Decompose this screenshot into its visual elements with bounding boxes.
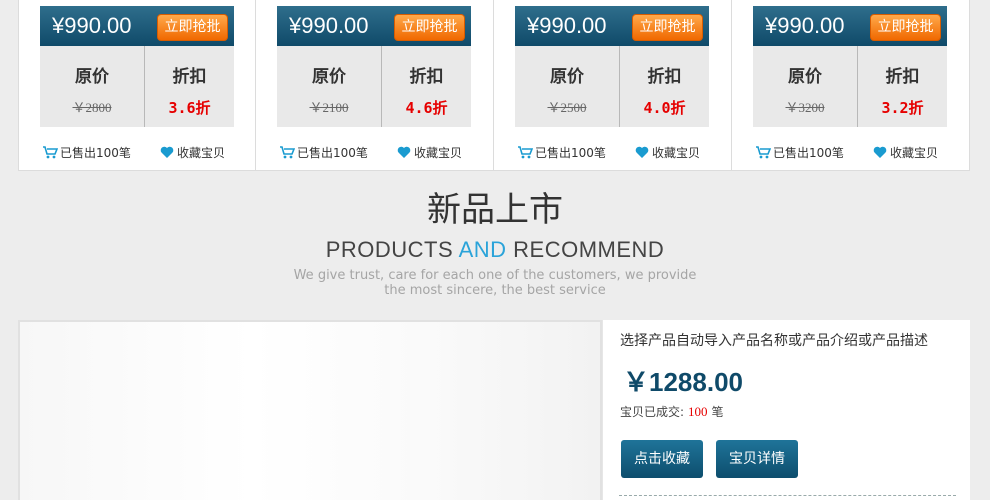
favorite-link[interactable]: 收藏宝贝 xyxy=(634,143,700,161)
original-price-label: 原价 xyxy=(550,67,584,87)
price-info-box: 原价 ￥2100 折扣 4.6折 xyxy=(277,46,471,127)
original-price-label: 原价 xyxy=(75,67,109,87)
card-price: ¥990.00 xyxy=(527,13,607,38)
original-price-col: 原价 ￥3200 xyxy=(753,46,857,127)
original-price-label: 原价 xyxy=(788,67,822,87)
original-price: ￥2500 xyxy=(547,100,587,115)
buy-now-button[interactable]: 立即抢批 xyxy=(870,14,941,41)
product-card[interactable]: ¥990.00 立即抢批 原价 ￥3200 折扣 3.2折 已售出100笔 收藏… xyxy=(732,0,970,171)
cart-icon xyxy=(280,146,295,159)
cart-icon xyxy=(43,146,58,159)
discount-value: 3.2折 xyxy=(881,99,924,117)
sold-text: 已售出100笔 xyxy=(535,145,606,160)
cart-icon xyxy=(518,146,533,159)
favorite-link[interactable]: 收藏宝贝 xyxy=(159,143,225,161)
original-price-label: 原价 xyxy=(312,67,346,87)
card-price: ¥990.00 xyxy=(765,13,845,38)
original-price: ￥3200 xyxy=(785,100,825,115)
price-bar: ¥990.00 立即抢批 xyxy=(40,6,234,46)
heart-icon xyxy=(873,146,887,158)
heart-icon xyxy=(635,146,649,158)
sold-count: 已售出100笔 xyxy=(755,143,844,161)
product-cards-row: ¥990.00 立即抢批 原价 ￥2800 折扣 3.6折 已售出100笔 收藏… xyxy=(18,0,970,171)
favorite-text: 收藏宝贝 xyxy=(177,145,226,160)
sold-count: 已售出100笔 xyxy=(279,143,368,161)
favorite-button[interactable]: 点击收藏 xyxy=(621,440,703,478)
discount-col: 折扣 3.6折 xyxy=(144,46,234,127)
title-en-part-1: PRODUCTS xyxy=(325,237,459,262)
sold-text: 已售出100笔 xyxy=(60,145,131,160)
heart-icon xyxy=(160,146,174,158)
price-bar: ¥990.00 立即抢批 xyxy=(515,6,709,46)
discount-label: 折扣 xyxy=(409,67,444,87)
favorite-text: 收藏宝贝 xyxy=(414,145,463,160)
details-button[interactable]: 宝贝详情 xyxy=(716,440,798,478)
buy-now-button[interactable]: 立即抢批 xyxy=(632,14,703,41)
price-info-box: 原价 ￥2500 折扣 4.0折 xyxy=(515,46,709,127)
section-description-line-1: We give trust, care for each one of the … xyxy=(293,268,697,283)
dashed-divider xyxy=(619,495,956,496)
section-heading: 新品上市 PRODUCTS AND RECOMMEND We give trus… xyxy=(0,186,990,298)
product-title[interactable]: 选择产品自动导入产品名称或产品介绍或产品描述 xyxy=(620,330,928,350)
price-bar: ¥990.00 立即抢批 xyxy=(753,6,947,46)
discount-label: 折扣 xyxy=(172,67,207,87)
buy-now-button[interactable]: 立即抢批 xyxy=(394,14,465,41)
product-card[interactable]: ¥990.00 立即抢批 原价 ￥2100 折扣 4.6折 已售出100笔 收藏… xyxy=(256,0,494,171)
title-en-part-2: RECOMMEND xyxy=(506,237,665,262)
original-price: ￥2100 xyxy=(309,100,349,115)
original-price: ￥2800 xyxy=(72,100,112,115)
heart-icon xyxy=(397,146,411,158)
sold-text: 已售出100笔 xyxy=(297,145,368,160)
buy-now-button[interactable]: 立即抢批 xyxy=(157,14,228,41)
sold-count: 已售出100笔 xyxy=(517,143,606,161)
product-card[interactable]: ¥990.00 立即抢批 原价 ￥2800 折扣 3.6折 已售出100笔 收藏… xyxy=(18,0,256,171)
price-info-box: 原价 ￥2800 折扣 3.6折 xyxy=(40,46,234,127)
product-image[interactable] xyxy=(18,320,602,500)
discount-label: 折扣 xyxy=(885,67,920,87)
discount-col: 折扣 4.6折 xyxy=(381,46,471,127)
favorite-text: 收藏宝贝 xyxy=(652,145,701,160)
section-title-cn: 新品上市 xyxy=(427,190,563,230)
original-price-col: 原价 ￥2100 xyxy=(277,46,381,127)
card-price: ¥990.00 xyxy=(289,13,369,38)
product-price: ￥1288.00 xyxy=(623,367,743,397)
discount-col: 折扣 4.0折 xyxy=(619,46,709,127)
product-info-panel: 选择产品自动导入产品名称或产品介绍或产品描述 ￥1288.00 宝贝已成交: 10… xyxy=(602,320,970,500)
favorite-link[interactable]: 收藏宝贝 xyxy=(872,143,938,161)
price-bar: ¥990.00 立即抢批 xyxy=(277,6,471,46)
cart-icon xyxy=(756,146,771,159)
discount-value: 4.6折 xyxy=(405,99,448,117)
section-description-line-2: the most sincere, the best service xyxy=(384,283,606,298)
card-price: ¥990.00 xyxy=(52,13,132,38)
title-en-highlight: AND xyxy=(458,237,507,262)
product-card[interactable]: ¥990.00 立即抢批 原价 ￥2500 折扣 4.0折 已售出100笔 收藏… xyxy=(494,0,732,171)
section-title-en: PRODUCTS AND RECOMMEND xyxy=(0,236,990,264)
sold-label: 宝贝已成交: xyxy=(620,405,685,419)
original-price-col: 原价 ￥2800 xyxy=(40,46,144,127)
sold-text: 已售出100笔 xyxy=(773,145,844,160)
favorite-link[interactable]: 收藏宝贝 xyxy=(396,143,462,161)
sold-count: 已售出100笔 xyxy=(42,143,131,161)
discount-value: 4.0折 xyxy=(643,99,686,117)
featured-product: 选择产品自动导入产品名称或产品介绍或产品描述 ￥1288.00 宝贝已成交: 10… xyxy=(18,320,970,500)
favorite-text: 收藏宝贝 xyxy=(890,145,939,160)
sold-number: 100 xyxy=(688,404,708,419)
discount-col: 折扣 3.2折 xyxy=(857,46,947,127)
discount-value: 3.6折 xyxy=(168,99,211,117)
discount-label: 折扣 xyxy=(647,67,682,87)
original-price-col: 原价 ￥2500 xyxy=(515,46,619,127)
product-sold: 宝贝已成交: 100 笔 xyxy=(620,403,724,420)
price-info-box: 原价 ￥3200 折扣 3.2折 xyxy=(753,46,947,127)
sold-unit: 笔 xyxy=(711,405,724,419)
